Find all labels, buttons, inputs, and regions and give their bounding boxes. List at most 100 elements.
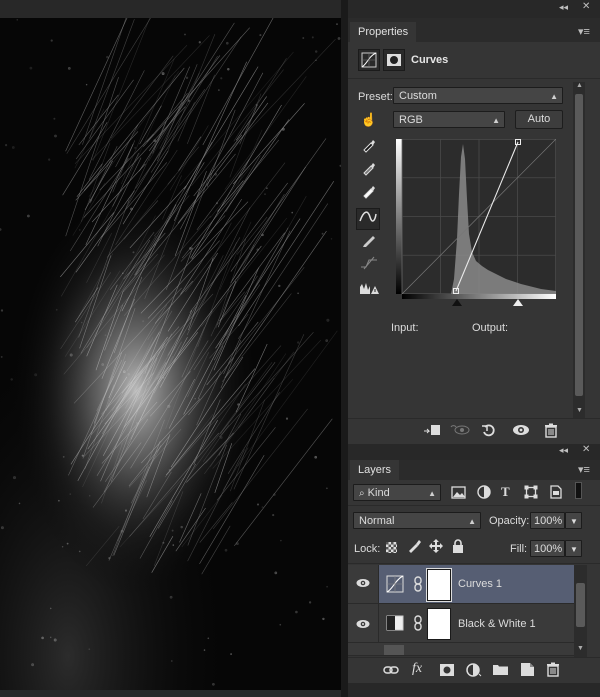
speck (297, 292, 299, 295)
eye-icon[interactable] (356, 576, 370, 591)
speck (184, 33, 186, 36)
collapse-icon[interactable]: ◂◂ (559, 2, 568, 13)
speck (168, 469, 171, 471)
close-panel-icon[interactable]: ✕ (582, 1, 590, 12)
speck (235, 542, 239, 546)
clipping-warning-icon[interactable] (358, 280, 380, 302)
fill-chevron-down-icon[interactable]: ▼ (565, 540, 582, 557)
view-previous-icon[interactable] (450, 423, 470, 440)
tab-properties[interactable]: Properties (350, 22, 417, 42)
trash-icon[interactable] (546, 662, 560, 680)
layers-dock-bar: ◂◂ ✕ (348, 444, 600, 460)
speck (78, 550, 81, 553)
adjustment-icon[interactable] (466, 663, 482, 680)
speck (285, 417, 289, 420)
layer-mask-thumbnail[interactable] (426, 568, 452, 602)
reset-icon[interactable] (479, 423, 499, 442)
opacity-input[interactable]: 100% (530, 512, 565, 529)
visibility-cell[interactable] (348, 604, 379, 642)
layers-scrollbar[interactable]: ▼ (574, 565, 587, 657)
blend-mode-value: Normal (359, 515, 395, 527)
shape-filter-icon[interactable] (524, 485, 538, 502)
clip-to-layer-icon[interactable] (422, 423, 442, 440)
speck (314, 455, 318, 459)
layer-mask-icon[interactable] (383, 49, 405, 71)
fill-input[interactable]: 100% (530, 540, 565, 557)
speck (66, 542, 69, 545)
close-panel-icon[interactable]: ✕ (582, 444, 590, 455)
document-canvas[interactable] (0, 18, 341, 690)
speck (110, 334, 112, 336)
speck (311, 36, 314, 39)
updown-arrow-icon: ▲ (428, 489, 436, 498)
layer-name[interactable]: Curves 1 (458, 578, 502, 590)
hand-adjust-icon[interactable]: ☝ (358, 109, 380, 131)
sample-gray-eyedropper-icon[interactable] (358, 160, 380, 182)
speck (337, 37, 341, 40)
panel-divider[interactable] (341, 0, 348, 697)
layer-row-curves[interactable]: Curves 1 (348, 565, 574, 604)
blend-mode-dropdown[interactable]: Normal ▲ (353, 512, 481, 529)
scroll-thumb[interactable] (576, 583, 585, 627)
speck (220, 77, 223, 80)
white-point-slider-icon[interactable] (513, 299, 523, 306)
group-icon[interactable] (493, 663, 508, 678)
black-point-slider-icon[interactable] (452, 299, 462, 306)
speck (274, 571, 278, 575)
new-layer-icon[interactable] (521, 663, 534, 679)
opacity-chevron-down-icon[interactable]: ▼ (565, 512, 582, 529)
trash-icon[interactable] (541, 423, 561, 441)
collapse-icon[interactable]: ◂◂ (559, 445, 568, 456)
pixel-layer-filter-icon[interactable] (451, 486, 466, 502)
tab-layers[interactable]: Layers (350, 460, 400, 480)
properties-scrollbar[interactable]: ▲ ▼ (573, 82, 585, 418)
adjustment-filter-icon[interactable] (477, 485, 491, 502)
link-icon[interactable] (383, 664, 399, 679)
layer-row-partial[interactable] (348, 643, 574, 656)
scroll-thumb[interactable] (575, 94, 583, 396)
curve-points-icon[interactable] (356, 208, 380, 230)
updown-arrow-icon: ▲ (550, 92, 558, 101)
speck (180, 525, 183, 529)
speck (104, 334, 107, 337)
curves-graph[interactable] (396, 138, 557, 297)
layer-mask-thumbnail[interactable] (427, 608, 451, 640)
visibility-cell[interactable] (348, 565, 379, 603)
panel-menu-icon[interactable]: ▾≡ (578, 463, 590, 476)
layer-name[interactable]: Black & White 1 (458, 618, 536, 630)
lock-transparent-icon[interactable] (386, 542, 397, 553)
smart-object-filter-icon[interactable] (549, 485, 563, 502)
panel-menu-icon[interactable]: ▾≡ (578, 25, 590, 38)
scroll-down-icon[interactable]: ▼ (576, 407, 583, 414)
chain-link-icon[interactable] (414, 576, 422, 595)
sample-white-eyedropper-icon[interactable] (358, 183, 380, 205)
pencil-draw-icon[interactable] (358, 232, 380, 254)
lock-move-icon[interactable] (429, 539, 443, 556)
speck (80, 321, 83, 324)
filter-kind-value: Kind (367, 487, 390, 499)
layer-row-black-white[interactable]: Black & White 1 (348, 604, 574, 643)
smooth-curve-icon[interactable] (358, 255, 380, 277)
visibility-icon[interactable] (511, 423, 531, 440)
speck (53, 117, 56, 120)
speck (237, 403, 240, 406)
filter-toggle-switch[interactable] (575, 482, 582, 499)
output-label: Output: (472, 322, 509, 334)
scroll-down-icon[interactable]: ▼ (577, 645, 584, 652)
mask-icon[interactable] (440, 664, 454, 679)
speck (330, 238, 333, 240)
lock-brush-icon[interactable] (407, 539, 421, 556)
lock-all-icon[interactable] (452, 539, 464, 556)
type-filter-icon[interactable]: T (501, 484, 510, 500)
auto-button[interactable]: Auto (515, 110, 563, 129)
chain-link-icon[interactable] (414, 615, 422, 634)
preset-dropdown[interactable]: Custom ▲ (393, 87, 563, 104)
filter-kind-dropdown[interactable]: ⌕ Kind ▲ (353, 484, 441, 501)
sample-black-eyedropper-icon[interactable] (358, 137, 380, 159)
eye-icon[interactable] (356, 617, 370, 632)
speck (135, 421, 138, 425)
fx-icon[interactable]: fx (412, 661, 422, 677)
speck (212, 682, 215, 686)
scroll-up-icon[interactable]: ▲ (576, 82, 583, 89)
channel-dropdown[interactable]: RGB ▲ (393, 111, 505, 128)
